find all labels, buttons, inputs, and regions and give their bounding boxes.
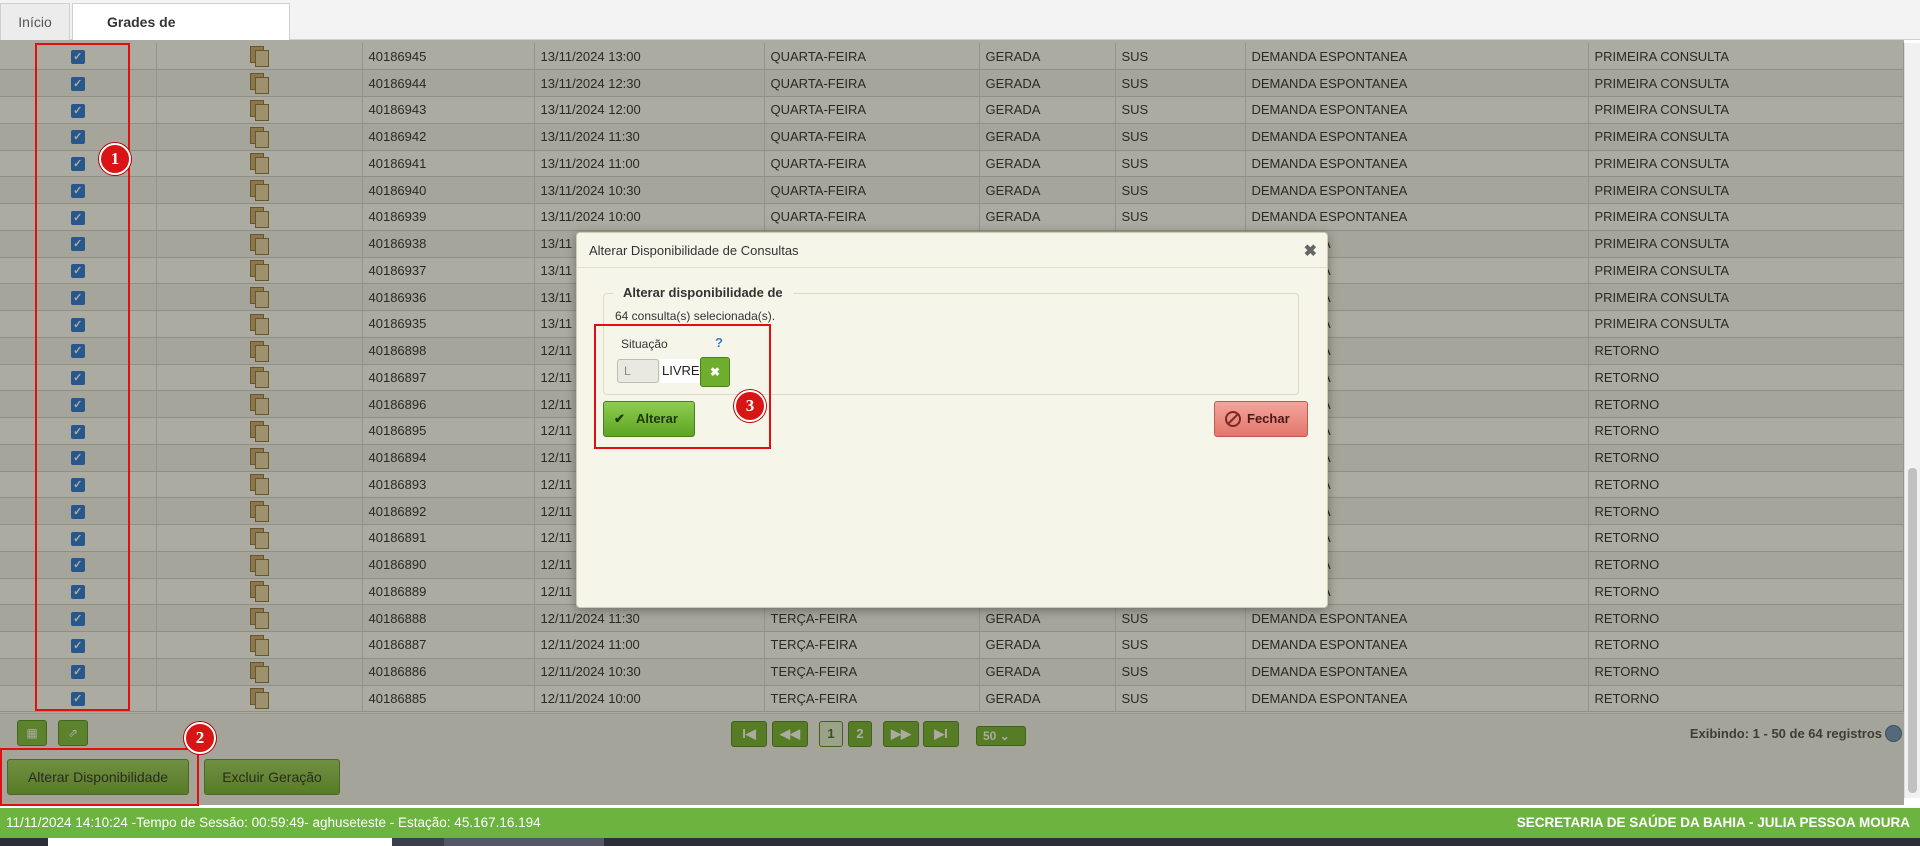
fechar-label: Fechar: [1247, 411, 1290, 426]
annotation-badge-2: 2: [184, 722, 216, 754]
tab-grades-de-agendamento[interactable]: Grades de agendamento×: [72, 3, 290, 66]
tab-bar: Início Grades de agendamento×: [0, 0, 1920, 66]
annotation-box-2: [0, 748, 199, 806]
annotation-badge-3: 3: [734, 390, 766, 422]
vertical-scrollbar[interactable]: [1904, 43, 1920, 798]
annotation-badge-1: 1: [99, 143, 131, 175]
dialog-title: Alterar Disponibilidade de Consultas: [577, 233, 1327, 268]
status-bar: 11/11/2024 14:10:24 -Tempo de Sessão: 00…: [0, 808, 1920, 838]
scrollbar-thumb[interactable]: [1908, 468, 1917, 793]
fieldset-legend: Alterar disponibilidade de: [613, 283, 793, 303]
session-info: 11/11/2024 14:10:24 -Tempo de Sessão: 00…: [6, 815, 541, 830]
os-taskbar: [0, 838, 1920, 846]
tab-inicio[interactable]: Início: [0, 3, 70, 40]
organization-user: SECRETARIA DE SAÚDE DA BAHIA - JULIA PES…: [1516, 815, 1910, 830]
annotation-box-3: [594, 324, 771, 449]
prohibited-icon: [1225, 411, 1241, 427]
close-icon[interactable]: ✖: [1304, 241, 1317, 261]
tab-inicio-label: Início: [18, 14, 52, 30]
selected-count: 64 consulta(s) selecionada(s).: [615, 309, 776, 323]
fechar-button[interactable]: Fechar: [1214, 401, 1308, 437]
